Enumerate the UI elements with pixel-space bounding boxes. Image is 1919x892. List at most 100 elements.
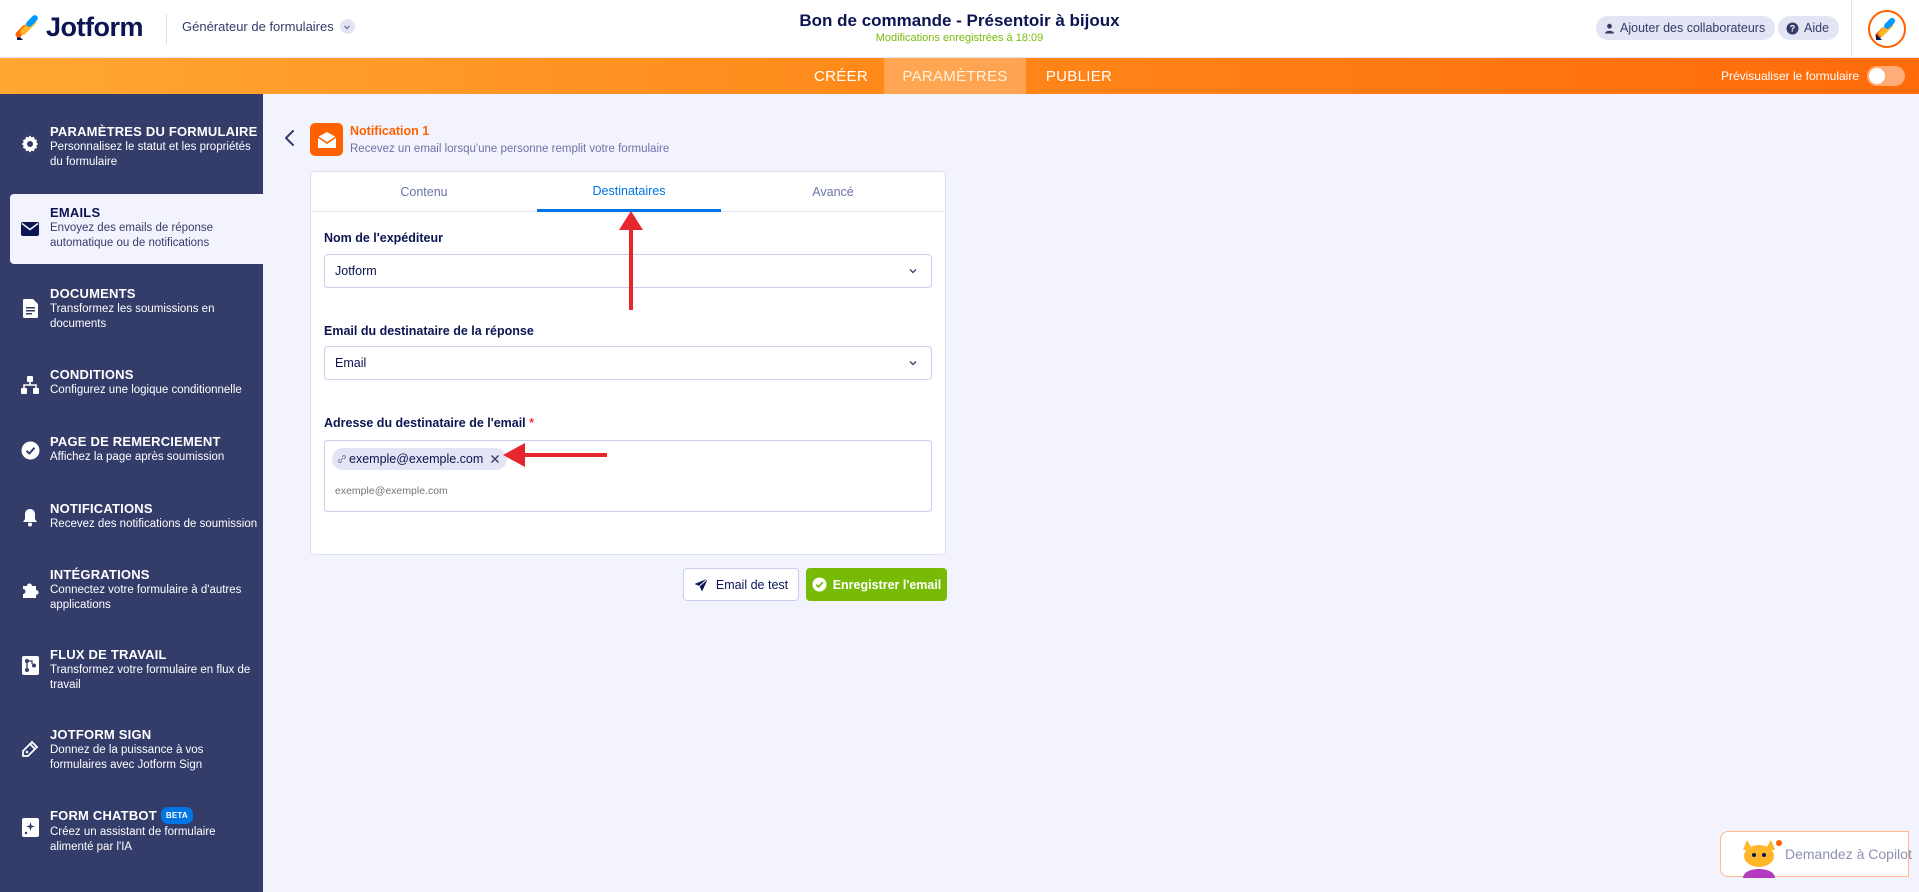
sidebar-item-title: EMAILS: [50, 205, 101, 220]
chevron-down-icon: [909, 269, 917, 274]
test-email-button[interactable]: Email de test: [683, 568, 799, 601]
jotform-logo-icon: [15, 14, 38, 40]
paper-plane-icon: [694, 577, 709, 591]
puzzle-icon: [20, 579, 40, 599]
sidebar-item-desc: Configurez une logique conditionnelle: [50, 384, 242, 396]
sidebar-item-desc: Transformez votre formulaire en flux de …: [50, 664, 251, 691]
question-icon: ?: [1786, 22, 1799, 34]
envelope-icon: [20, 219, 40, 239]
sidebar-item-desc: Personnalisez le statut et les propriété…: [50, 141, 251, 168]
jotform-logo[interactable]: Jotform: [14, 12, 144, 43]
test-email-label: Email de test: [715, 577, 789, 592]
tab-destinataires[interactable]: Destinataires: [537, 172, 721, 212]
save-email-button[interactable]: Enregistrer l'email: [806, 568, 947, 601]
sidebar-item-title: NOTIFICATIONS: [50, 501, 153, 516]
required-asterisk: *: [529, 416, 535, 430]
copilot-widget[interactable]: Demandez à Copilot: [1720, 831, 1912, 878]
preview-form: Prévisualiser le formulaire: [1721, 58, 1905, 94]
document-icon: [20, 298, 40, 318]
chatbot-title: FORM CHATBOT: [50, 808, 157, 823]
tab-avance[interactable]: Avancé: [721, 172, 945, 212]
avatar-logo-icon: [1875, 17, 1896, 40]
email-tabs: Contenu Destinataires Avancé: [311, 172, 945, 212]
sidebar-item-title: CONDITIONS: [50, 367, 134, 382]
reply-to-value: Email: [335, 356, 367, 370]
pen-icon: [20, 739, 40, 759]
sidebar-item-title: FORM CHATBOT BETA: [50, 807, 263, 824]
sidebar-item-jotform-sign[interactable]: JOTFORM SIGN Donnez de la puissance à vo…: [10, 727, 263, 773]
tab-contenu[interactable]: Contenu: [311, 172, 537, 212]
bell-icon: [20, 507, 40, 527]
sidebar-item-documents[interactable]: DOCUMENTS Transformez les soumissions en…: [10, 286, 263, 332]
reply-to-label: Email du destinataire de la réponse: [324, 324, 534, 338]
sidebar-item-form-settings[interactable]: PARAMÈTRES DU FORMULAIRE Personnalisez l…: [10, 124, 263, 170]
sidebar-item-title: INTÉGRATIONS: [50, 567, 150, 582]
add-collaborators-button[interactable]: Ajouter des collaborateurs: [1596, 16, 1776, 40]
sidebar-item-desc: Donnez de la puissance à vos formulaires…: [50, 744, 204, 771]
collab-label: Ajouter des collaborateurs: [1620, 21, 1766, 35]
chevron-down-icon: [339, 19, 355, 34]
nav-tab-publier[interactable]: PUBLIER: [1026, 58, 1132, 94]
notification-email-icon: [310, 123, 343, 156]
copilot-mascot-icon: [1743, 840, 1782, 878]
sender-name-label: Nom de l'expéditeur: [324, 231, 443, 245]
workflow-icon: [20, 655, 40, 675]
builder-dropdown[interactable]: Générateur de formulaires: [182, 19, 355, 34]
header-divider: [166, 14, 167, 44]
sidebar-item-title: PAGE DE REMERCIEMENT: [50, 434, 221, 449]
recipient-email-input[interactable]: [335, 485, 735, 497]
sidebar-item-title: DOCUMENTS: [50, 286, 136, 301]
recipient-tag-text: exemple@exemple.com: [349, 452, 484, 466]
sidebar-item-desc: Créez un assistant de formulaire aliment…: [50, 826, 216, 853]
settings-sidebar: PARAMÈTRES DU FORMULAIRE Personnalisez l…: [0, 94, 263, 892]
sidebar-item-title: PARAMÈTRES DU FORMULAIRE: [50, 124, 258, 139]
recipient-address-label-text: Adresse du destinataire de l'email: [324, 416, 526, 430]
sidebar-item-title: JOTFORM SIGN: [50, 727, 152, 742]
header-divider-right: [1851, 0, 1852, 58]
email-settings-card: Contenu Destinataires Avancé Nom de l'ex…: [310, 171, 946, 555]
reply-to-select[interactable]: Email: [324, 346, 932, 380]
beta-badge: BETA: [160, 807, 193, 824]
builder-label: Générateur de formulaires: [182, 19, 334, 34]
gear-icon: [20, 134, 40, 154]
link-icon: [338, 455, 346, 463]
notification-description: Recevez un email lorsqu'une personne rem…: [350, 143, 670, 155]
sidebar-item-desc: Connectez votre formulaire à d'autres ap…: [50, 584, 242, 611]
chatbot-icon: [20, 817, 40, 837]
remove-tag-icon[interactable]: [489, 453, 501, 465]
logo-text: Jotform: [46, 12, 144, 42]
sidebar-item-title: FLUX DE TRAVAIL: [50, 647, 167, 662]
nav-tab-creer[interactable]: CRÉER: [798, 58, 884, 94]
sidebar-item-desc: Recevez des notifications de soumission: [50, 518, 258, 530]
copilot-label: Demandez à Copilot: [1785, 846, 1912, 862]
recipient-tag[interactable]: exemple@exemple.com: [332, 448, 508, 470]
sidebar-item-thank-you-page[interactable]: PAGE DE REMERCIEMENT Affichez la page ap…: [10, 434, 263, 465]
sidebar-item-workflows[interactable]: FLUX DE TRAVAIL Transformez votre formul…: [10, 647, 263, 693]
sidebar-item-form-chatbot[interactable]: FORM CHATBOT BETA Créez un assistant de f…: [10, 807, 263, 855]
save-email-label: Enregistrer l'email: [832, 577, 942, 592]
sidebar-item-conditions[interactable]: CONDITIONS Configurez une logique condit…: [10, 367, 263, 398]
account-avatar[interactable]: [1868, 10, 1906, 48]
chevron-down-icon: [909, 361, 917, 366]
svg-text:?: ?: [1790, 23, 1796, 33]
user-icon: [1605, 23, 1614, 33]
check-circle-icon: [812, 577, 827, 592]
sitemap-icon: [20, 375, 40, 395]
recipient-tag-input[interactable]: exemple@exemple.com: [324, 440, 932, 512]
notification-title: Notification 1: [350, 124, 430, 138]
back-arrow-icon[interactable]: [280, 128, 300, 148]
builder-nav: CRÉER PARAMÈTRES PUBLIER Prévisualiser l…: [0, 58, 1919, 94]
top-header: Jotform Générateur de formulaires Bon de…: [0, 0, 1919, 58]
nav-tab-parametres[interactable]: PARAMÈTRES: [884, 58, 1026, 94]
sidebar-item-desc: Transformez les soumissions en documents: [50, 303, 215, 330]
preview-label: Prévisualiser le formulaire: [1720, 69, 1859, 83]
sidebar-item-emails[interactable]: EMAILS Envoyez des emails de réponse aut…: [10, 194, 263, 264]
help-button[interactable]: ? Aide: [1778, 16, 1840, 40]
sidebar-item-integrations[interactable]: INTÉGRATIONS Connectez votre formulaire …: [10, 567, 263, 613]
sidebar-item-desc: Affichez la page après soumission: [50, 451, 225, 463]
preview-toggle[interactable]: [1867, 66, 1905, 86]
sidebar-item-desc: Envoyez des emails de réponse automatiqu…: [50, 222, 214, 249]
sidebar-item-notifications[interactable]: NOTIFICATIONS Recevez des notifications …: [10, 501, 263, 532]
sender-name-select[interactable]: Jotform: [324, 254, 932, 288]
help-label: Aide: [1804, 21, 1830, 35]
